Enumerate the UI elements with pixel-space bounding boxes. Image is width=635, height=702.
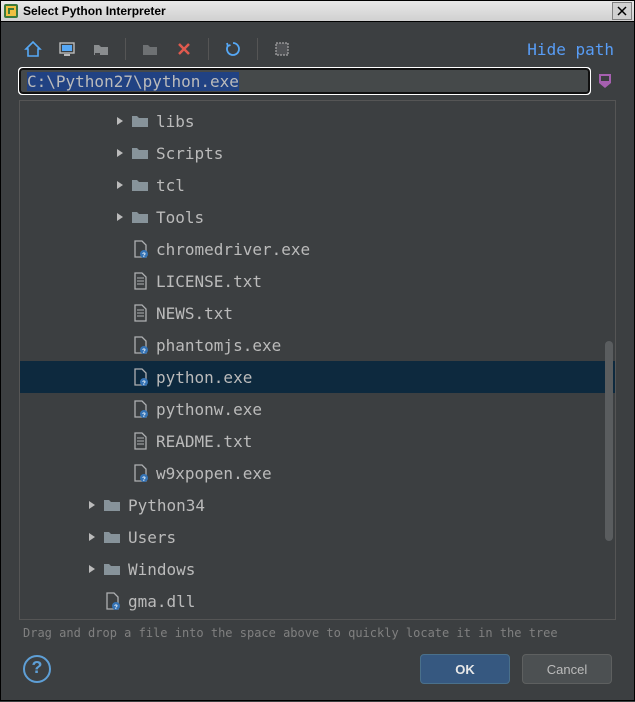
file-text-icon	[130, 432, 150, 450]
file-unknown-icon: ?	[102, 592, 122, 610]
tree-file[interactable]: LICENSE.txt	[20, 265, 615, 297]
tree-item-label: chromedriver.exe	[156, 240, 310, 259]
expand-arrow-icon[interactable]	[84, 500, 100, 510]
file-unknown-icon: ?	[130, 240, 150, 258]
file-text-icon	[130, 304, 150, 322]
tree-file[interactable]: README.txt	[20, 425, 615, 457]
tree-item-label: README.txt	[156, 432, 252, 451]
tree-file[interactable]: ? chromedriver.exe	[20, 233, 615, 265]
home-icon[interactable]	[21, 38, 45, 60]
tree-file[interactable]: ? gma.dll	[20, 585, 615, 617]
app-icon	[3, 3, 19, 19]
tree-folder[interactable]: tcl	[20, 169, 615, 201]
help-button[interactable]: ?	[23, 655, 51, 683]
tree-file[interactable]: ? w9xpopen.exe	[20, 457, 615, 489]
expand-arrow-icon[interactable]	[112, 116, 128, 126]
titlebar: Select Python Interpreter	[0, 0, 635, 22]
tree-file[interactable]: ? python.exe	[20, 361, 615, 393]
tree-item-label: pythonw.exe	[156, 400, 262, 419]
delete-icon[interactable]	[172, 38, 196, 60]
tree-folder[interactable]: Python34	[20, 489, 615, 521]
path-row	[19, 68, 616, 94]
svg-text:?: ?	[142, 253, 146, 258]
tree-folder[interactable]: Users	[20, 521, 615, 553]
cancel-button[interactable]: Cancel	[522, 654, 612, 684]
window-title: Select Python Interpreter	[23, 4, 612, 18]
tree-item-label: LICENSE.txt	[156, 272, 262, 291]
tree-item-label: gma.dll	[128, 592, 195, 611]
expand-arrow-icon[interactable]	[84, 564, 100, 574]
separator	[257, 38, 258, 60]
folder-icon	[102, 529, 122, 545]
path-input[interactable]	[19, 68, 590, 94]
file-unknown-icon: ?	[130, 400, 150, 418]
hint-text: Drag and drop a file into the space abov…	[13, 620, 622, 644]
separator	[125, 38, 126, 60]
expand-arrow-icon[interactable]	[112, 212, 128, 222]
show-hidden-icon[interactable]	[270, 38, 294, 60]
project-folder-icon[interactable]	[89, 38, 113, 60]
tree-item-label: NEWS.txt	[156, 304, 233, 323]
folder-icon	[130, 113, 150, 129]
tree-item-label: phantomjs.exe	[156, 336, 281, 355]
expand-arrow-icon[interactable]	[112, 180, 128, 190]
folder-icon	[130, 209, 150, 225]
toolbar: Hide path	[13, 34, 622, 68]
tree-item-label: w9xpopen.exe	[156, 464, 272, 483]
tree-item-label: libs	[156, 112, 195, 131]
file-tree[interactable]: libs Scripts tcl Tools? chromedriver.exe LICE…	[20, 101, 615, 619]
scrollbar-thumb[interactable]	[605, 341, 613, 541]
tree-folder[interactable]: Scripts	[20, 137, 615, 169]
tree-folder[interactable]: Tools	[20, 201, 615, 233]
tree-item-label: tcl	[156, 176, 185, 195]
new-folder-icon[interactable]	[138, 38, 162, 60]
svg-text:?: ?	[142, 349, 146, 354]
svg-text:?: ?	[142, 381, 146, 386]
separator	[208, 38, 209, 60]
tree-item-label: Python34	[128, 496, 205, 515]
file-unknown-icon: ?	[130, 336, 150, 354]
expand-arrow-icon[interactable]	[84, 532, 100, 542]
svg-text:?: ?	[142, 477, 146, 482]
tree-item-label: Scripts	[156, 144, 223, 163]
folder-icon	[130, 177, 150, 193]
file-text-icon	[130, 272, 150, 290]
expand-arrow-icon[interactable]	[112, 148, 128, 158]
tree-item-label: Windows	[128, 560, 195, 579]
tree-item-label: python.exe	[156, 368, 252, 387]
folder-icon	[102, 561, 122, 577]
folder-icon	[102, 497, 122, 513]
close-button[interactable]	[612, 2, 632, 20]
tree-file[interactable]: NEWS.txt	[20, 297, 615, 329]
file-unknown-icon: ?	[130, 464, 150, 482]
desktop-icon[interactable]	[55, 38, 79, 60]
tree-file[interactable]: ? phantomjs.exe	[20, 329, 615, 361]
tree-file[interactable]: ? pythonw.exe	[20, 393, 615, 425]
svg-text:?: ?	[142, 413, 146, 418]
tree-item-label: Users	[128, 528, 176, 547]
file-unknown-icon: ?	[130, 368, 150, 386]
svg-text:?: ?	[114, 605, 118, 610]
dialog-body: Hide path libs Scripts tcl Tools? chromedriv…	[0, 22, 635, 701]
hide-path-link[interactable]: Hide path	[527, 40, 614, 59]
folder-icon	[130, 145, 150, 161]
tree-item-label: Tools	[156, 208, 204, 227]
refresh-icon[interactable]	[221, 38, 245, 60]
ok-button[interactable]: OK	[420, 654, 510, 684]
tree-folder[interactable]: Windows	[20, 553, 615, 585]
history-icon[interactable]	[596, 71, 616, 91]
tree-folder[interactable]: libs	[20, 105, 615, 137]
tree-container: libs Scripts tcl Tools? chromedriver.exe LICE…	[19, 100, 616, 620]
button-row: ? OK Cancel	[13, 644, 622, 688]
